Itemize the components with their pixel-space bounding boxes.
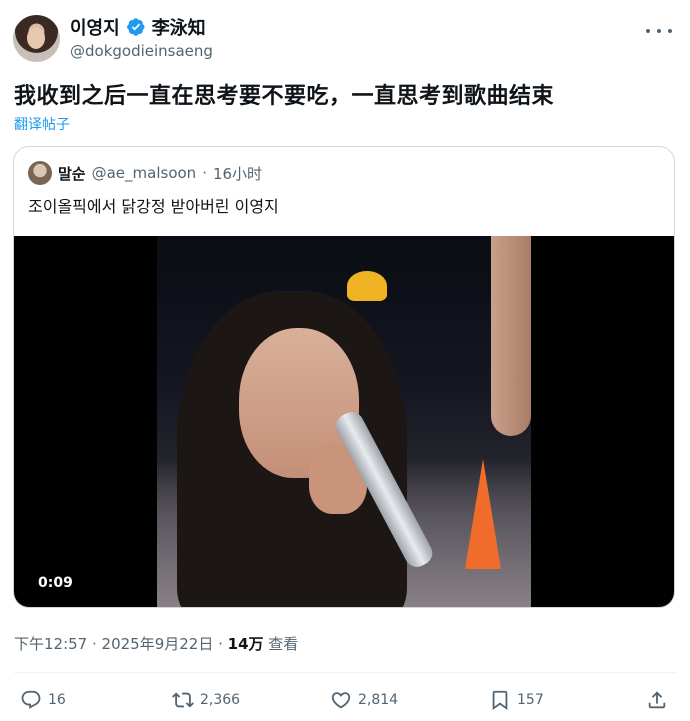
arm-shape bbox=[491, 236, 531, 436]
action-bar: 16 2,366 2,814 157 bbox=[0, 684, 690, 716]
author-avatar[interactable] bbox=[13, 15, 60, 62]
post-text: 我收到之后一直在思考要不要吃，一直思考到歌曲结束 bbox=[14, 84, 555, 109]
repost-count: 2,366 bbox=[200, 692, 241, 708]
traffic-cone-shape bbox=[465, 459, 501, 569]
quoted-post-text: 조이올픽에서 닭강정 받아버린 이영지 bbox=[28, 197, 279, 216]
share-button[interactable] bbox=[646, 684, 668, 716]
views-count: 14万 bbox=[227, 635, 264, 653]
quoted-author-name[interactable]: 말순 bbox=[58, 163, 86, 184]
post-metadata: 下午12:57 · 2025年9月22日 · 14万 查看 bbox=[14, 633, 298, 654]
views-label: 查看 bbox=[263, 635, 299, 653]
like-count: 2,814 bbox=[358, 692, 399, 708]
reply-icon bbox=[21, 690, 41, 709]
video-duration: 0:09 bbox=[38, 575, 73, 591]
like-button[interactable]: 2,814 bbox=[330, 684, 398, 716]
quoted-post-time[interactable]: 16小时 bbox=[213, 163, 262, 184]
more-options-icon[interactable] bbox=[646, 24, 672, 38]
video-player[interactable]: 0:09 bbox=[14, 236, 674, 607]
bookmark-button[interactable]: 157 bbox=[489, 684, 544, 716]
bookmark-count: 157 bbox=[517, 692, 544, 708]
quoted-post[interactable]: 말순 @ae_malsoon · 16小时 조이올픽에서 닭강정 받아버린 이영… bbox=[13, 146, 675, 608]
bookmark-icon bbox=[492, 690, 508, 711]
share-icon bbox=[648, 691, 666, 709]
quoted-author-avatar[interactable] bbox=[28, 161, 52, 185]
heart-icon bbox=[331, 692, 351, 709]
translate-post-link[interactable]: 翻译帖子 bbox=[14, 114, 70, 134]
video-frame bbox=[157, 236, 531, 607]
post-timestamp[interactable]: 下午12:57 · 2025年9月22日 · bbox=[14, 635, 228, 653]
repost-button[interactable]: 2,366 bbox=[172, 684, 240, 716]
quoted-separator: · bbox=[202, 164, 207, 182]
author-display-name[interactable]: 이영지 bbox=[70, 14, 120, 40]
repost-icon bbox=[172, 692, 194, 708]
post-header: 이영지 李泳知 @dokgodieinsaeng bbox=[0, 0, 690, 70]
helmet-shape bbox=[347, 271, 387, 301]
verified-badge-icon bbox=[126, 18, 145, 36]
author-name-row: 이영지 李泳知 bbox=[70, 14, 206, 40]
author-badge-name: 李泳知 bbox=[151, 18, 206, 39]
reply-button[interactable]: 16 bbox=[20, 684, 66, 716]
quoted-author-handle[interactable]: @ae_malsoon bbox=[92, 164, 197, 182]
author-handle[interactable]: @dokgodieinsaeng bbox=[70, 42, 213, 60]
quoted-post-header: 말순 @ae_malsoon · 16小时 bbox=[28, 161, 262, 185]
divider bbox=[14, 672, 676, 673]
reply-count: 16 bbox=[48, 692, 66, 708]
